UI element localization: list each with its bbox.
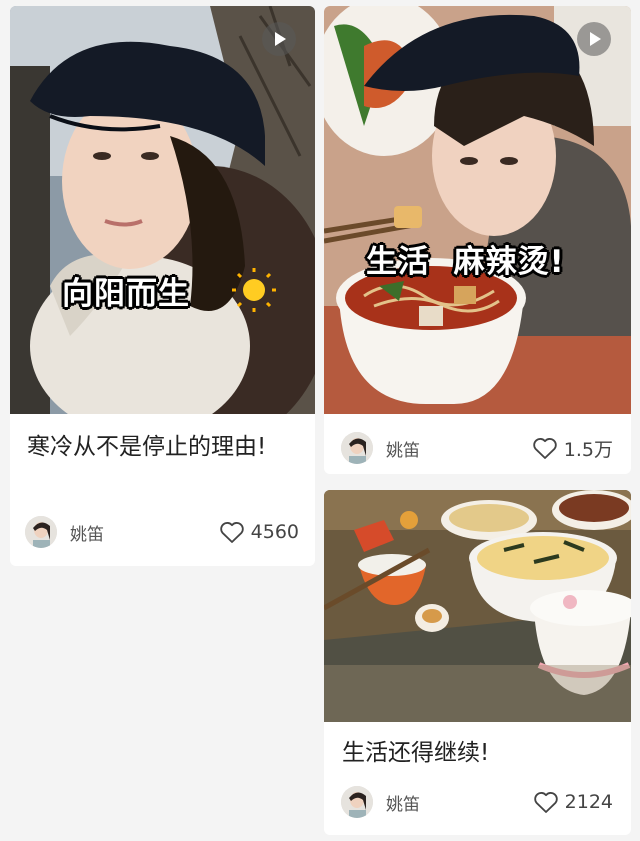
card-1-video-thumbnail[interactable]: 向阳而生: [10, 6, 315, 414]
like-count: 4560: [250, 521, 299, 543]
card-1-title[interactable]: 寒冷从不是停止的理由!: [27, 428, 302, 466]
card-3-image[interactable]: [324, 490, 631, 722]
woman-in-cap-winter-image: [10, 6, 315, 414]
like-count: 2124: [564, 791, 613, 813]
like-count: 1.5万: [563, 438, 613, 461]
author-avatar[interactable]: [25, 516, 57, 548]
home-meal-table-image: [324, 490, 631, 722]
author-name[interactable]: 姚笛: [386, 436, 420, 461]
heart-icon: [533, 791, 558, 813]
card-2-meta: 姚笛 1.5万: [324, 431, 631, 465]
video-caption: 生活 麻辣烫!: [366, 244, 565, 280]
card-3-title[interactable]: 生活还得继续!: [342, 734, 617, 772]
avatar-image: [341, 786, 373, 818]
avatar-image: [25, 516, 57, 548]
card-2-video-thumbnail[interactable]: 生活 麻辣烫!: [324, 6, 631, 414]
card-1-meta: 姚笛 4560: [10, 515, 315, 549]
video-caption: 向阳而生: [62, 276, 190, 312]
feed-card-3[interactable]: 生活还得继续! 姚笛 2124: [324, 490, 631, 835]
author-avatar[interactable]: [341, 432, 373, 464]
like-button[interactable]: 1.5万: [532, 435, 613, 462]
author-name[interactable]: 姚笛: [70, 520, 104, 545]
play-icon[interactable]: [577, 22, 611, 56]
author-avatar[interactable]: [341, 786, 373, 818]
heart-icon: [533, 437, 557, 459]
feed-card-1[interactable]: 向阳而生 寒冷从不是停止的理由! 姚笛 4560: [10, 6, 315, 566]
like-button[interactable]: 4560: [219, 521, 299, 544]
heart-icon: [219, 521, 244, 543]
card-3-meta: 姚笛 2124: [324, 785, 631, 819]
woman-eating-malatang-image: [324, 6, 631, 414]
play-icon[interactable]: [262, 22, 296, 56]
avatar-image: [341, 432, 373, 464]
feed-card-2[interactable]: 生活 麻辣烫! 姚笛 1.5万: [324, 6, 631, 474]
author-name[interactable]: 姚笛: [386, 790, 420, 815]
like-button[interactable]: 2124: [533, 791, 613, 814]
